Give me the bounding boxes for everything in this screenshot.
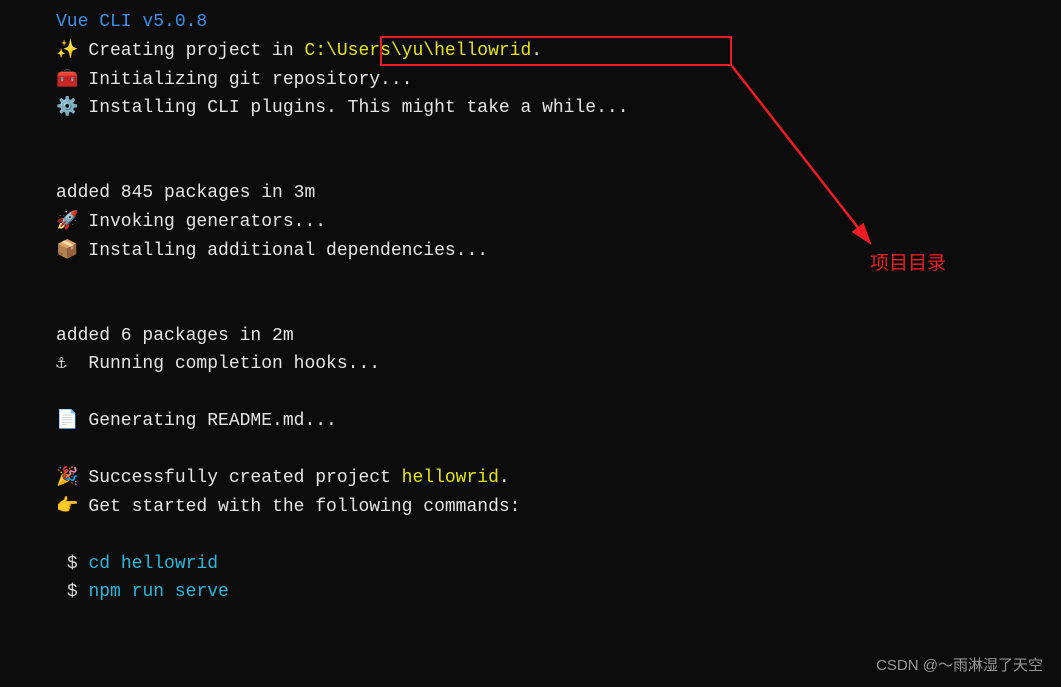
rocket-icon: 🚀 [56,208,86,237]
creating-suffix: . [531,41,542,61]
blank-line [0,522,1061,550]
project-path: C:\Users\yu\hellowrid [304,41,531,61]
gear-icon: ⚙️ [56,94,86,123]
blank-line [0,294,1061,322]
blank-line [0,123,1061,151]
getstarted-text: Get started with the following commands: [88,497,520,517]
cli-version: Vue CLI v5.0.8 [56,12,207,32]
document-icon: 📄 [56,407,86,436]
creating-prefix: Creating project in [88,41,304,61]
install-plugins-line: ⚙️ Installing CLI plugins. This might ta… [0,94,1061,123]
confetti-icon: 🎉 [56,464,86,493]
anchor-icon: ⚓ [56,350,86,379]
readme-text: Generating README.md... [88,411,336,431]
install-deps-text: Installing additional dependencies... [88,241,488,261]
creating-project-line: ✨ Creating project in C:\Users\yu\hellow… [0,37,1061,66]
getstarted-line: 👉 Get started with the following command… [0,493,1061,522]
prompt-symbol: $ [67,582,78,602]
completion-text: Running completion hooks... [88,354,380,374]
init-git-text: Initializing git repository... [88,70,412,90]
command-2-line: $ npm run serve [0,578,1061,607]
command-1-line: $ cd hellowrid [0,550,1061,579]
pointer-icon: 👉 [56,493,86,522]
invoking-text: Invoking generators... [88,212,326,232]
toolbox-icon: 🧰 [56,66,86,95]
install-plugins-text: Installing CLI plugins. This might take … [88,98,628,118]
completion-line: ⚓ Running completion hooks... [0,350,1061,379]
package-icon: 📦 [56,237,86,266]
annotation-label: 项目目录 [870,248,946,275]
cli-version-line: Vue CLI v5.0.8 [0,8,1061,37]
prompt-symbol: $ [67,554,78,574]
success-prefix: Successfully created project [88,468,401,488]
blank-line [0,436,1061,464]
command-2: npm run serve [88,582,228,602]
success-suffix: . [499,468,510,488]
success-line: 🎉 Successfully created project hellowrid… [0,464,1061,493]
init-git-line: 🧰 Initializing git repository... [0,66,1061,95]
blank-line [0,151,1061,179]
watermark: CSDN @～雨淋湿了天空 [876,654,1043,675]
added-packages-2: added 6 packages in 2m [0,322,1061,351]
terminal-output: Vue CLI v5.0.8 ✨ Creating project in C:\… [0,0,1061,607]
invoking-line: 🚀 Invoking generators... [0,208,1061,237]
added-packages-1: added 845 packages in 3m [0,179,1061,208]
sparkle-icon: ✨ [56,37,86,66]
readme-line: 📄 Generating README.md... [0,407,1061,436]
blank-line [0,379,1061,407]
command-1: cd hellowrid [88,554,218,574]
success-project: hellowrid [402,468,499,488]
